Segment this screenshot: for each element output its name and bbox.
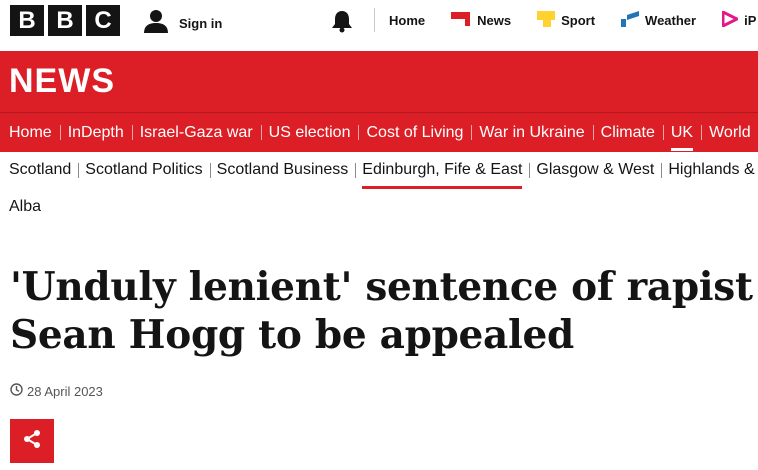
top-nav-label: Sport <box>561 12 596 28</box>
top-nav-label: iP <box>744 12 757 28</box>
divider <box>374 8 375 32</box>
secondary-nav-item-alba[interactable]: Alba <box>9 198 41 216</box>
secondary-nav-item-scotland-business[interactable]: Scotland Business <box>209 151 356 189</box>
share-icon <box>22 429 42 454</box>
primary-nav: Home InDepth Israel-Gaza war US election… <box>0 112 758 152</box>
top-nav-home[interactable]: Home <box>389 13 425 28</box>
primary-nav-item-cost-of-living[interactable]: Cost of Living <box>358 113 471 152</box>
secondary-nav-item-glasgow-west[interactable]: Glasgow & West <box>529 151 661 189</box>
top-nav-sport[interactable]: Sport <box>537 10 596 30</box>
news-icon <box>451 11 471 29</box>
clock-icon <box>10 383 23 399</box>
secondary-nav: Scotland Scotland Politics Scotland Busi… <box>0 151 758 189</box>
primary-nav-item-us-election[interactable]: US election <box>260 113 359 152</box>
article-date: 28 April 2023 <box>10 383 103 399</box>
top-nav-weather[interactable]: Weather <box>621 10 697 30</box>
top-nav-label: News <box>477 12 512 28</box>
top-nav-label: Weather <box>645 12 697 28</box>
article-date-text: 28 April 2023 <box>27 383 103 399</box>
primary-nav-item-israel-gaza[interactable]: Israel-Gaza war <box>131 113 261 152</box>
user-icon <box>143 8 169 39</box>
primary-nav-item-indepth[interactable]: InDepth <box>59 113 132 152</box>
bbc-logo[interactable]: B B C <box>10 5 120 36</box>
primary-nav-item-world[interactable]: World <box>701 113 758 152</box>
sign-in-label: Sign in <box>179 16 223 31</box>
bbc-logo-block: B <box>10 5 44 36</box>
top-nav: Home News Sport Weather iP <box>389 0 756 40</box>
top-nav-news[interactable]: News <box>451 11 512 29</box>
bbc-logo-block: C <box>86 5 120 36</box>
article-headline: 'Unduly lenient' sentence of rapist Sean… <box>10 264 753 358</box>
top-nav-label: Home <box>389 12 426 28</box>
secondary-nav-item-scotland-politics[interactable]: Scotland Politics <box>78 151 209 189</box>
top-bar: B B C Sign in Home News Sport Weather iP <box>0 0 758 51</box>
secondary-nav-item-highlands-islands[interactable]: Highlands & Islands <box>661 151 758 189</box>
share-button[interactable] <box>10 419 54 463</box>
iplayer-icon <box>721 9 741 30</box>
primary-nav-item-home[interactable]: Home <box>0 113 60 152</box>
secondary-nav-item-edinburgh-fife-east[interactable]: Edinburgh, Fife & East <box>355 151 529 189</box>
bbc-logo-block: B <box>48 5 82 36</box>
primary-nav-item-war-in-ukraine[interactable]: War in Ukraine <box>471 113 592 152</box>
primary-nav-item-uk[interactable]: UK <box>662 113 701 152</box>
sign-in-button[interactable]: Sign in <box>143 8 222 39</box>
sport-icon <box>537 10 556 30</box>
news-logo[interactable]: NEWS <box>9 62 115 101</box>
secondary-nav-item-scotland[interactable]: Scotland <box>0 151 78 189</box>
news-banner: NEWS <box>0 51 758 112</box>
top-nav-iplayer[interactable]: iP <box>721 9 757 30</box>
notifications-bell-icon[interactable] <box>330 9 354 38</box>
primary-nav-item-climate[interactable]: Climate <box>592 113 663 152</box>
weather-icon <box>621 10 640 30</box>
